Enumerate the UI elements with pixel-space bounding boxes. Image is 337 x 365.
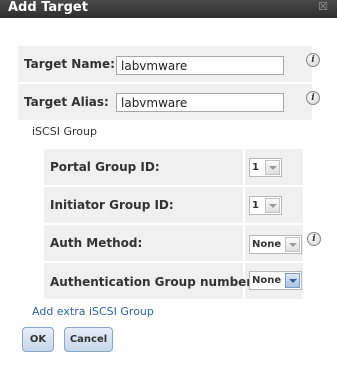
add-target-dialog: Add Target ☒ Target Name: i Target Alias…	[0, 0, 337, 365]
add-extra-iscsi-group-link[interactable]: Add extra iSCSI Group	[32, 305, 154, 318]
portal-group-label: Portal Group ID:	[50, 160, 160, 174]
chevron-down-icon	[265, 198, 280, 213]
chevron-down-icon	[265, 160, 280, 175]
chevron-down-icon	[285, 273, 300, 288]
auth-method-info-icon[interactable]: i	[307, 232, 321, 246]
auth-group-select[interactable]: None	[249, 271, 302, 290]
target-alias-label: Target Alias:	[24, 95, 109, 109]
target-alias-info-icon[interactable]: i	[306, 91, 320, 105]
iscsi-group-heading: iSCSI Group	[32, 125, 97, 138]
target-name-input[interactable]	[116, 56, 284, 75]
close-icon[interactable]: ☒	[318, 1, 328, 13]
auth-method-label: Auth Method:	[50, 236, 143, 250]
initiator-group-select-value: 1	[252, 200, 259, 211]
auth-group-label: Authentication Group number:	[50, 275, 258, 289]
ok-button[interactable]: OK	[22, 327, 54, 352]
target-name-label: Target Name:	[24, 57, 115, 71]
auth-method-select-value: None	[252, 239, 282, 250]
initiator-group-label: Initiator Group ID:	[50, 198, 174, 212]
dialog-titlebar: Add Target ☒	[0, 0, 337, 18]
cancel-button[interactable]: Cancel	[64, 327, 113, 352]
auth-method-select[interactable]: None	[249, 235, 302, 254]
portal-group-select[interactable]: 1	[249, 158, 282, 177]
chevron-down-icon	[285, 237, 300, 252]
initiator-group-select[interactable]: 1	[249, 196, 282, 215]
portal-group-select-value: 1	[252, 162, 259, 173]
target-name-info-icon[interactable]: i	[306, 53, 320, 67]
auth-group-select-value: None	[252, 275, 282, 286]
dialog-title: Add Target	[8, 0, 88, 15]
target-alias-input[interactable]	[116, 93, 284, 112]
